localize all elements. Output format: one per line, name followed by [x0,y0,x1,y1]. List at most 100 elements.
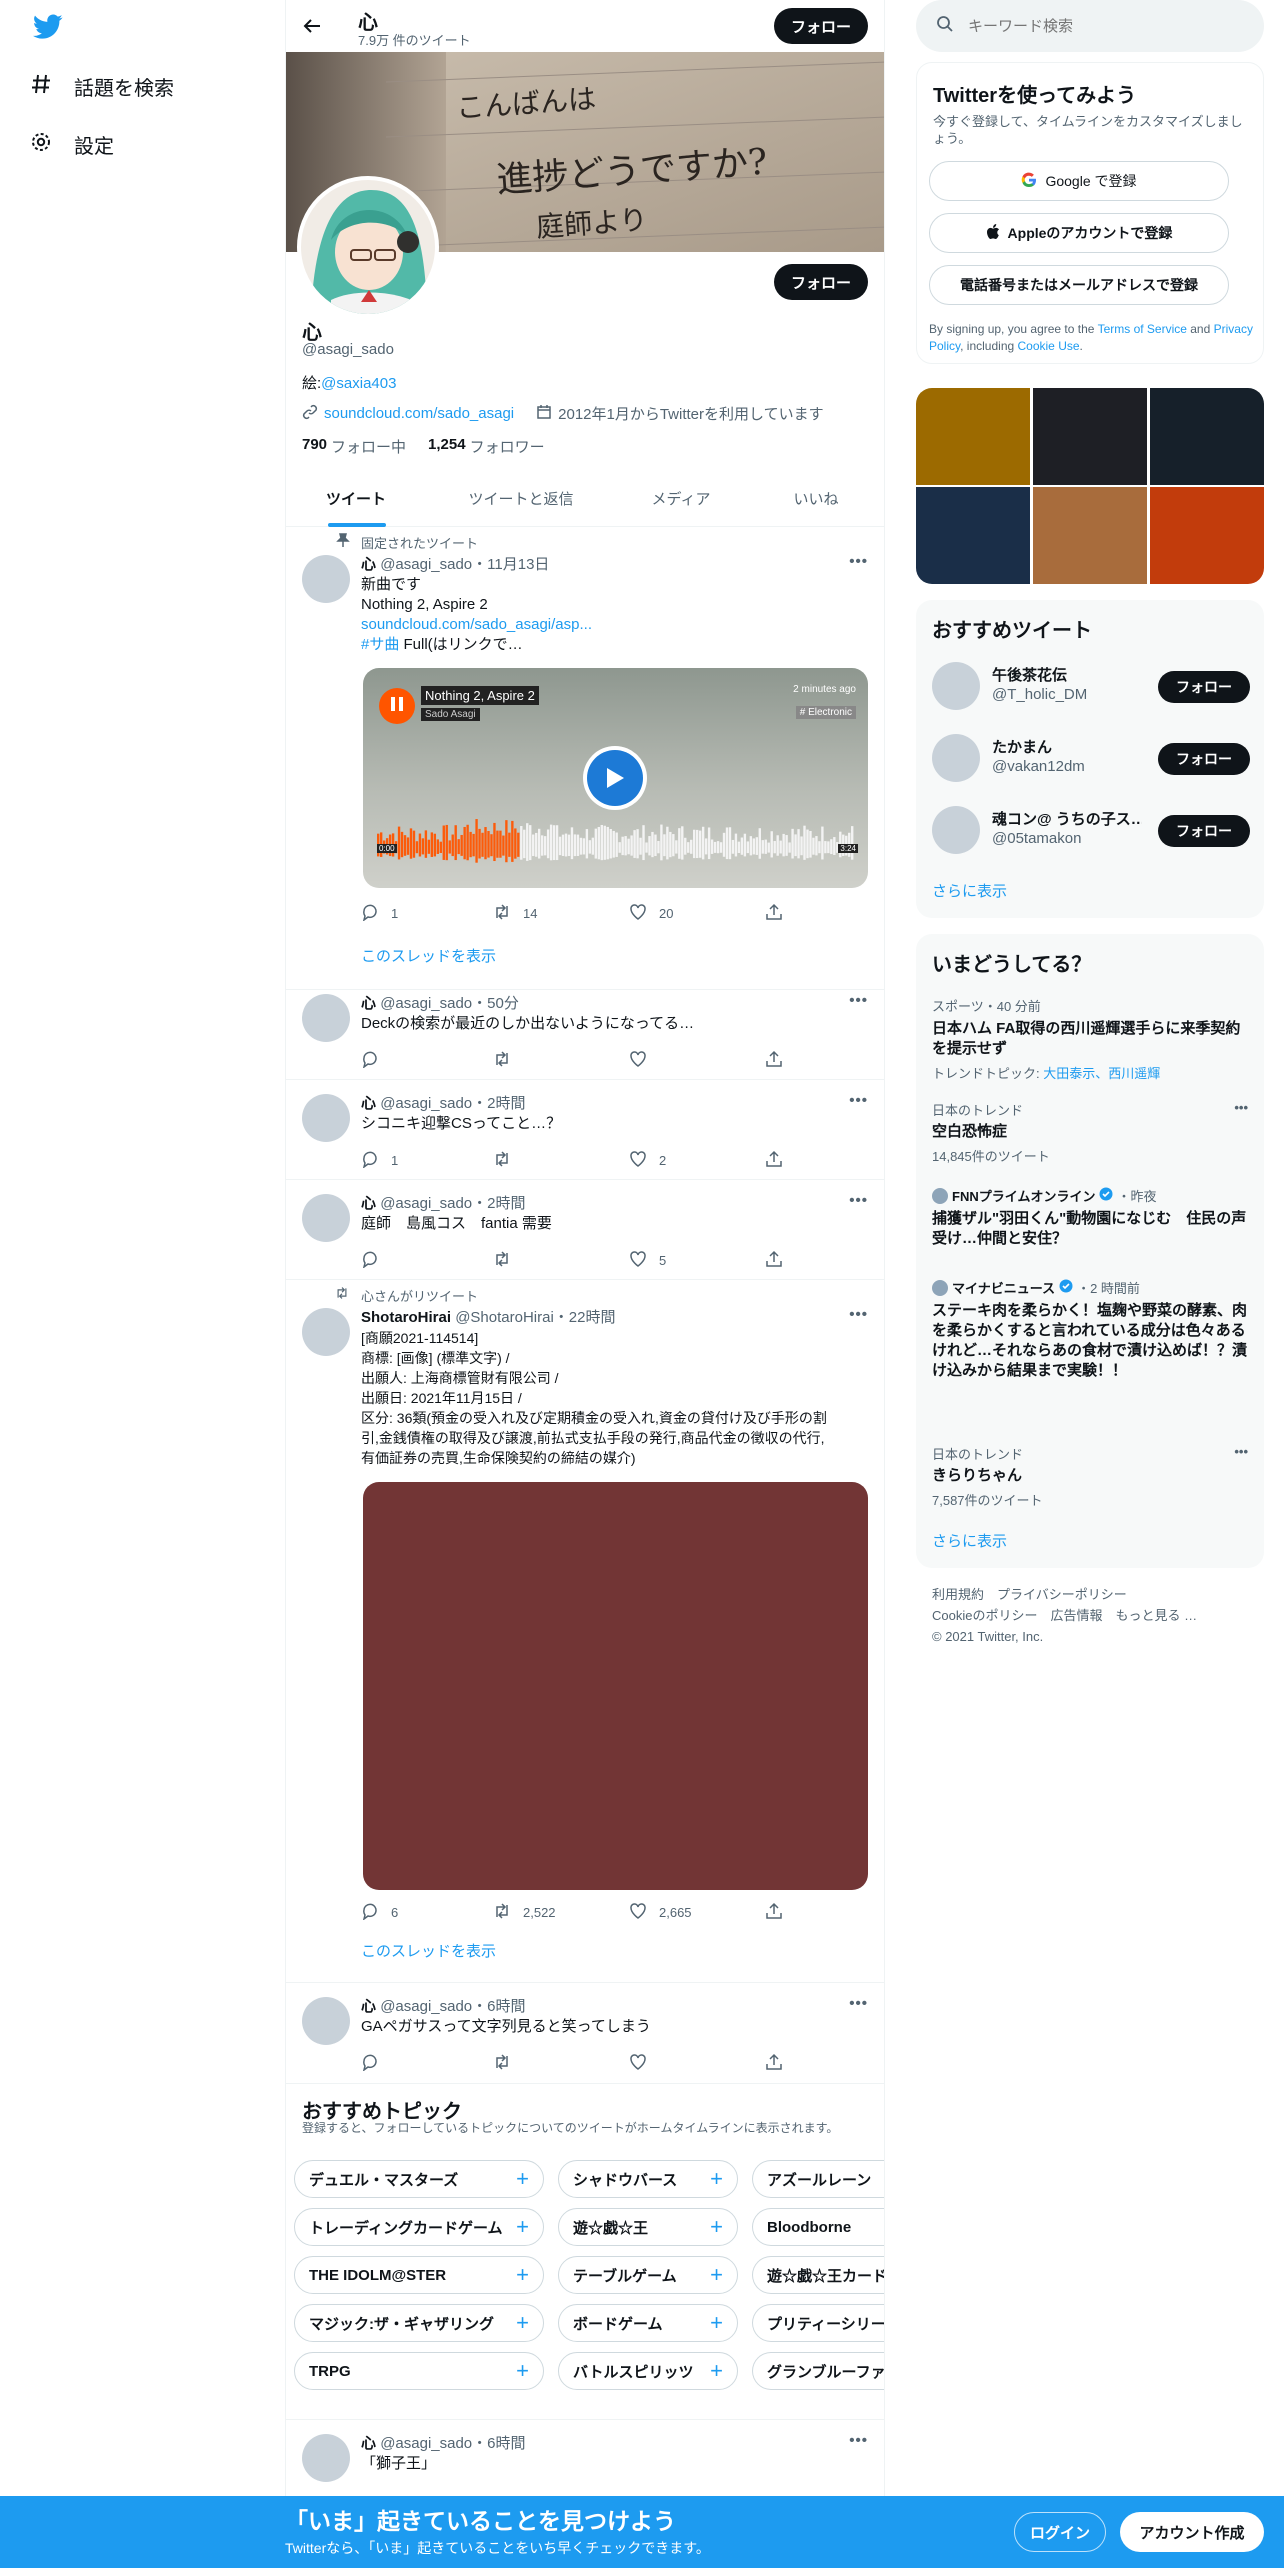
retweet-button[interactable] [493,1250,523,1271]
tweet-author[interactable]: ShotaroHirai [361,1309,451,1326]
trend-item[interactable]: 日本のトレンド 空白恐怖症 14,845件のツイート ••• [932,1100,1248,1165]
gallery-thumbnail[interactable] [916,388,1030,485]
tweet-avatar[interactable] [302,555,350,603]
like-button[interactable]: 20 [629,903,673,924]
tab-tweets[interactable]: ツイート [286,470,426,527]
tweet-handle[interactable]: @asagi_sado [380,556,472,573]
waveform[interactable] [377,816,854,864]
topic-chip[interactable]: テーブルゲーム + [558,2256,738,2294]
retweet-button[interactable] [493,1050,523,1071]
wtf-follow-button[interactable]: フォロー [1158,671,1250,703]
share-button[interactable] [765,1250,783,1271]
tweet-avatar[interactable] [302,1194,350,1242]
plus-icon[interactable]: + [710,2166,723,2192]
tweet-avatar[interactable] [302,1997,350,2045]
tab-media[interactable]: メディア [616,470,746,527]
footer-line[interactable]: Cookieのポリシー 広告情報 もっと見る … [932,1605,1197,1626]
profile-avatar[interactable] [297,176,439,318]
bio-mention-link[interactable]: @saxia403 [321,375,396,392]
tweet-author[interactable]: 心 [361,556,376,573]
pause-button[interactable] [379,688,415,724]
plus-icon[interactable]: + [516,2166,529,2192]
more-icon[interactable]: ••• [849,1995,868,2012]
topic-chip[interactable]: THE IDOLM@STER + [294,2256,544,2294]
nav-explore[interactable]: 話題を検索 [30,72,174,101]
wtf-follow-button[interactable]: フォロー [1158,743,1250,775]
like-button[interactable]: 5 [629,1250,666,1271]
followers-label[interactable]: フォロワー [470,436,545,457]
google-signup-button[interactable]: Google で登録 [929,161,1229,201]
wtf-user[interactable]: 魂コン@ うちの子ス… @05tamakon フォロー [932,800,1252,860]
retweet-button[interactable] [493,2053,523,2074]
share-button[interactable] [765,2053,783,2074]
plus-icon[interactable]: + [710,2358,723,2384]
follow-button[interactable]: フォロー [774,264,868,300]
tweet-handle[interactable]: @asagi_sado [380,2435,472,2452]
header-follow-button[interactable]: フォロー [774,8,868,44]
show-thread-link[interactable]: このスレッドを表示 [361,945,496,966]
plus-icon[interactable]: + [710,2310,723,2336]
tweet-avatar[interactable] [302,2434,350,2482]
topic-chip[interactable]: 遊☆戯☆王 + [558,2208,738,2246]
topic-chip[interactable]: アズールレーン [752,2160,884,2198]
following-count[interactable]: 790 [302,436,327,457]
share-button[interactable] [765,903,783,924]
search-bar[interactable] [916,0,1264,52]
tweet-link[interactable]: soundcloud.com/sado_asagi/asp... [361,615,871,635]
reply-button[interactable] [361,1250,391,1271]
tweet-author[interactable]: 心 [361,1998,376,2015]
more-icon[interactable]: ••• [1234,1444,1248,1459]
tweet-media-image[interactable] [363,1482,868,1890]
tweet-avatar[interactable] [302,994,350,1042]
reply-button[interactable]: 6 [361,1902,398,1923]
wtf-user[interactable]: たかまん @vakan12dm フォロー [932,728,1252,788]
share-button[interactable] [765,1050,783,1071]
trend-item[interactable]: 日本のトレンド きらりちゃん 7,587件のツイート ••• [932,1444,1248,1509]
more-icon[interactable]: ••• [849,992,868,1009]
wtf-follow-button[interactable]: フォロー [1158,815,1250,847]
more-icon[interactable]: ••• [849,1092,868,1109]
tweet-time[interactable]: ・6時間 [472,2435,525,2452]
reply-button[interactable]: 1 [361,1150,398,1171]
plus-icon[interactable]: + [516,2358,529,2384]
retweet-button[interactable]: 2,522 [493,1902,556,1923]
like-button[interactable] [629,2053,659,2074]
topic-chip[interactable]: ボードゲーム + [558,2304,738,2342]
tweet-author[interactable]: 心 [361,2435,376,2452]
trend-topic-links[interactable]: 大田泰示、西川遥輝 [1043,1066,1160,1081]
tweet-handle[interactable]: @ShotaroHirai [455,1309,554,1326]
trend-news-item[interactable]: マイナビニュース ・2 時間前 ステーキ肉を柔らかく！塩麹や野菜の酵素、肉を柔らか… [932,1278,1248,1381]
tweet[interactable]: 心 @asagi_sado・50分 ••• Deckの検索が最近のしか出ないよう… [286,990,884,1080]
tweet-author[interactable]: 心 [361,995,376,1012]
wtf-user[interactable]: 午後茶花伝 @T_holic_DM フォロー [932,656,1252,716]
tweet-pinned[interactable]: 固定されたツイート 心 @asagi_sado・11月13日 ••• 新曲です … [286,527,884,990]
tweet-time[interactable]: ・6時間 [472,1998,525,2015]
gallery-thumbnail[interactable] [1150,388,1264,485]
topic-chip[interactable]: シャドウバース + [558,2160,738,2198]
footer-line[interactable]: 利用規約 プライバシーポリシー [932,1584,1197,1605]
tweet-handle[interactable]: @asagi_sado [380,995,472,1012]
topic-chip[interactable]: プリティーシリー [752,2304,884,2342]
topic-chip[interactable]: トレーディングカードゲーム + [294,2208,544,2246]
gallery-thumbnail[interactable] [1033,487,1147,584]
gallery-thumbnail[interactable] [916,487,1030,584]
cookie-link[interactable]: Cookie Use [1018,339,1080,353]
more-icon[interactable]: ••• [849,553,868,570]
apple-signup-button[interactable]: Appleのアカウントで登録 [929,213,1229,253]
soundcloud-card[interactable]: Nothing 2, Aspire 2 Sado Asagi 2 minutes… [363,668,868,888]
tweet-time[interactable]: ・11月13日 [472,556,549,573]
tweet-avatar[interactable] [302,1094,350,1142]
more-icon[interactable]: ••• [1234,1100,1248,1115]
retweet-button[interactable]: 14 [493,903,537,924]
play-button[interactable] [583,746,647,810]
plus-icon[interactable]: + [516,2214,529,2240]
terms-link[interactable]: Terms of Service [1098,322,1187,336]
like-button[interactable]: 2,665 [629,1902,692,1923]
plus-icon[interactable]: + [516,2262,529,2288]
tweet-hashtag[interactable]: #サ曲 [361,636,399,653]
topic-chip[interactable]: 遊☆戯☆王カード [752,2256,884,2294]
tweet-retweet[interactable]: 心さんがリツイート ShotaroHirai @ShotaroHirai・22時… [286,1280,884,1983]
following-label[interactable]: フォロー中 [331,436,406,457]
phone-signup-button[interactable]: 電話番号またはメールアドレスで登録 [929,265,1229,305]
create-account-button[interactable]: アカウント作成 [1120,2512,1264,2552]
